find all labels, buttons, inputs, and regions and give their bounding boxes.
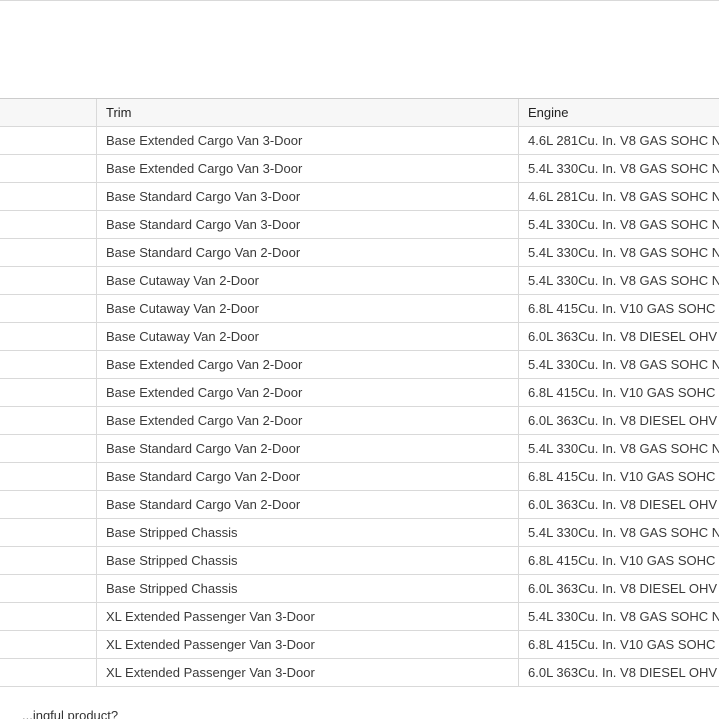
cell-trim: Base Cutaway Van 2-Door [96, 294, 519, 323]
cell-engine: 6.8L 415Cu. In. V10 GAS SOHC N [518, 294, 719, 323]
table-row: Base Standard Cargo Van 2-Door 6.0L 363Cu… [0, 490, 719, 519]
table-row: Base Extended Cargo Van 2-Door 6.0L 363Cu… [0, 406, 719, 435]
cell-year [0, 406, 97, 435]
cell-engine: 6.0L 363Cu. In. V8 DIESEL OHV T [518, 574, 719, 603]
cell-year [0, 490, 97, 519]
table-row: Base Stripped Chassis 5.4L 330Cu. In. V8 … [0, 518, 719, 547]
cell-year [0, 602, 97, 631]
cell-trim: Base Standard Cargo Van 2-Door [96, 490, 519, 519]
cell-engine: 6.0L 363Cu. In. V8 DIESEL OHV T [518, 658, 719, 687]
table-row: XL Extended Passenger Van 3-Door 5.4L 330… [0, 602, 719, 631]
cell-trim: Base Stripped Chassis [96, 518, 519, 547]
table-row: Base Standard Cargo Van 3-Door 5.4L 330Cu… [0, 210, 719, 239]
cell-year [0, 294, 97, 323]
table-row: Base Extended Cargo Van 3-Door 4.6L 281Cu… [0, 126, 719, 155]
cell-trim: Base Extended Cargo Van 3-Door [96, 126, 519, 155]
table-row: Base Stripped Chassis 6.0L 363Cu. In. V8 … [0, 574, 719, 603]
cell-trim: Base Stripped Chassis [96, 574, 519, 603]
cell-trim: XL Extended Passenger Van 3-Door [96, 630, 519, 659]
cell-year [0, 182, 97, 211]
cell-engine: 6.8L 415Cu. In. V10 GAS SOHC N [518, 462, 719, 491]
cell-engine: 6.0L 363Cu. In. V8 DIESEL OHV T [518, 406, 719, 435]
cell-engine: 5.4L 330Cu. In. V8 GAS SOHC N [518, 602, 719, 631]
cell-year [0, 630, 97, 659]
cell-year [0, 434, 97, 463]
table-body: Base Extended Cargo Van 3-Door 4.6L 281Cu… [0, 126, 719, 687]
cell-year [0, 210, 97, 239]
cell-engine: 6.0L 363Cu. In. V8 DIESEL OHV T [518, 490, 719, 519]
table-row: Base Cutaway Van 2-Door 6.0L 363Cu. In. V… [0, 322, 719, 351]
cell-engine: 5.4L 330Cu. In. V8 GAS SOHC N [518, 154, 719, 183]
table-row: XL Extended Passenger Van 3-Door 6.8L 415… [0, 630, 719, 659]
cell-trim: Base Standard Cargo Van 2-Door [96, 434, 519, 463]
cell-year [0, 658, 97, 687]
footer-text: ...ingful product? [22, 708, 119, 719]
table-row: Base Standard Cargo Van 3-Door 4.6L 281Cu… [0, 182, 719, 211]
cell-year [0, 546, 97, 575]
table-row: Base Cutaway Van 2-Door 6.8L 415Cu. In. V… [0, 294, 719, 323]
cell-trim: Base Standard Cargo Van 3-Door [96, 182, 519, 211]
column-header-trim: Trim [96, 98, 519, 127]
cell-year [0, 378, 97, 407]
cell-engine: 4.6L 281Cu. In. V8 GAS SOHC Na [518, 126, 719, 155]
table-row: XL Extended Passenger Van 3-Door 6.0L 363… [0, 658, 719, 687]
cell-engine: 6.8L 415Cu. In. V10 GAS SOHC N [518, 378, 719, 407]
cell-trim: Base Cutaway Van 2-Door [96, 266, 519, 295]
cell-trim: Base Standard Cargo Van 3-Door [96, 210, 519, 239]
table-row: Base Standard Cargo Van 2-Door 6.8L 415Cu… [0, 462, 719, 491]
cell-year [0, 266, 97, 295]
cell-engine: 5.4L 330Cu. In. V8 GAS SOHC N [518, 210, 719, 239]
cell-trim: XL Extended Passenger Van 3-Door [96, 658, 519, 687]
table-row: Base Standard Cargo Van 2-Door 5.4L 330Cu… [0, 434, 719, 463]
cell-engine: 4.6L 281Cu. In. V8 GAS SOHC Na [518, 182, 719, 211]
table-row: Base Standard Cargo Van 2-Door 5.4L 330Cu… [0, 238, 719, 267]
cell-engine: 6.8L 415Cu. In. V10 GAS SOHC N [518, 546, 719, 575]
cell-year [0, 518, 97, 547]
cell-year [0, 238, 97, 267]
table-row: Base Stripped Chassis 6.8L 415Cu. In. V10… [0, 546, 719, 575]
compatibility-table: Trim Engine Base Extended Cargo Van 3-Do… [0, 98, 719, 687]
column-header-year [0, 98, 97, 127]
cell-year [0, 350, 97, 379]
cell-trim: XL Extended Passenger Van 3-Door [96, 602, 519, 631]
page: Trim Engine Base Extended Cargo Van 3-Do… [0, 0, 719, 719]
cell-year [0, 322, 97, 351]
cell-engine: 5.4L 330Cu. In. V8 GAS SOHC N [518, 266, 719, 295]
cell-year [0, 462, 97, 491]
cell-trim: Base Cutaway Van 2-Door [96, 322, 519, 351]
cell-trim: Base Standard Cargo Van 2-Door [96, 462, 519, 491]
cell-engine: 6.0L 363Cu. In. V8 DIESEL OHV T [518, 322, 719, 351]
table-row: Base Cutaway Van 2-Door 5.4L 330Cu. In. V… [0, 266, 719, 295]
cell-year [0, 574, 97, 603]
cell-year [0, 154, 97, 183]
table-row: Base Extended Cargo Van 3-Door 5.4L 330Cu… [0, 154, 719, 183]
cell-engine: 6.8L 415Cu. In. V10 GAS SOHC N [518, 630, 719, 659]
cell-engine: 5.4L 330Cu. In. V8 GAS SOHC N [518, 350, 719, 379]
cell-trim: Base Extended Cargo Van 3-Door [96, 154, 519, 183]
cell-engine: 5.4L 330Cu. In. V8 GAS SOHC N [518, 434, 719, 463]
cell-engine: 5.4L 330Cu. In. V8 GAS SOHC N [518, 518, 719, 547]
cell-trim: Base Stripped Chassis [96, 546, 519, 575]
column-header-engine: Engine [518, 98, 719, 127]
divider [0, 0, 719, 1]
cell-trim: Base Extended Cargo Van 2-Door [96, 350, 519, 379]
table-row: Base Extended Cargo Van 2-Door 5.4L 330Cu… [0, 350, 719, 379]
table-header-row: Trim Engine [0, 98, 719, 127]
cell-trim: Base Extended Cargo Van 2-Door [96, 378, 519, 407]
table-row: Base Extended Cargo Van 2-Door 6.8L 415Cu… [0, 378, 719, 407]
cell-trim: Base Standard Cargo Van 2-Door [96, 238, 519, 267]
cell-trim: Base Extended Cargo Van 2-Door [96, 406, 519, 435]
cell-year [0, 126, 97, 155]
cell-engine: 5.4L 330Cu. In. V8 GAS SOHC N [518, 238, 719, 267]
